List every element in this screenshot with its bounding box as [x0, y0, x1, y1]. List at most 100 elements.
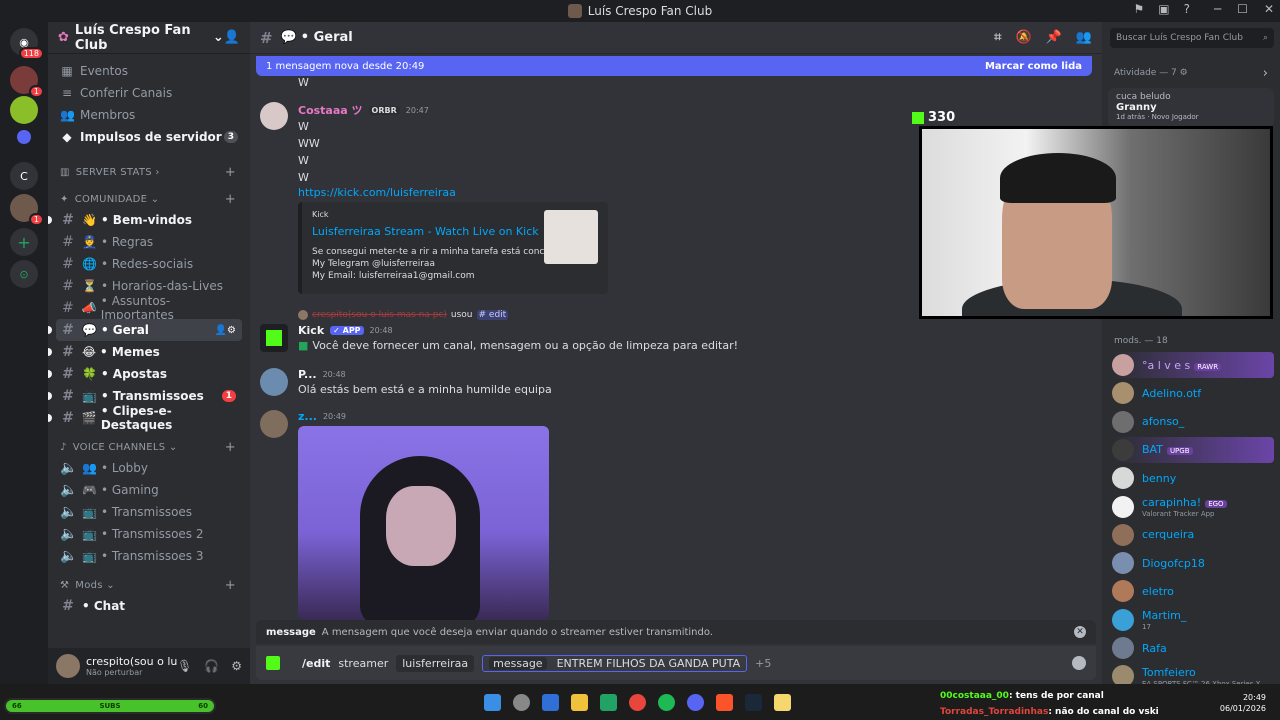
inbox-icon[interactable]: ⚑ — [1134, 2, 1145, 16]
member-item[interactable]: Diogofcp18 — [1112, 550, 1274, 576]
member-item[interactable]: benny — [1112, 465, 1274, 491]
embed-thumbnail[interactable] — [544, 210, 598, 264]
message-author[interactable]: Costaaa ツ — [298, 102, 363, 118]
app-icon[interactable] — [600, 694, 617, 711]
reply-user[interactable]: crespito(sou o luis mas na pc) — [312, 310, 447, 320]
voice-channel-item[interactable]: 🔈 📺 • Transmissoes — [56, 501, 242, 523]
discord-home-button[interactable]: ◉ 118 — [10, 28, 44, 60]
option-streamer-label[interactable]: streamer — [338, 657, 388, 670]
windows-start-icon[interactable] — [484, 694, 501, 711]
emoji-icon[interactable] — [1072, 656, 1086, 670]
channel-item[interactable]: # 🌐 • Redes-sociais — [56, 253, 242, 275]
maximize-button[interactable]: ☐ — [1237, 2, 1248, 16]
option-message-field[interactable]: message ENTREM FILHOS DA GANDA PUTA — [482, 654, 748, 672]
server-icon-c[interactable]: C — [10, 162, 38, 190]
system-clock[interactable]: 20:49 06/01/2026 — [1220, 692, 1266, 714]
add-server-icon[interactable]: + — [10, 228, 38, 256]
mark-as-read-button[interactable]: Marcar como lida — [985, 61, 1082, 72]
channel-item[interactable]: # 📣 • Assuntos-Importantes — [56, 294, 242, 322]
message-author[interactable]: z... — [298, 410, 317, 423]
brave-icon[interactable] — [716, 694, 733, 711]
threads-icon[interactable]: ⌗ — [994, 30, 1001, 45]
channel-item[interactable]: # 🍀 • Apostas — [48, 363, 242, 385]
option-streamer-value[interactable]: luisferreiraa — [396, 654, 475, 672]
discover-icon[interactable]: ⊙ — [10, 260, 38, 288]
settings-gear-icon[interactable]: ⚙ — [231, 659, 242, 673]
channel-item[interactable]: # 🎬 • Clipes-e-Destaques — [48, 404, 242, 432]
mic-icon[interactable]: 🎙 — [177, 659, 192, 673]
category-server-stats[interactable]: ▥ SERVER STATS › + — [48, 162, 250, 182]
close-hint-icon[interactable]: ✕ — [1074, 626, 1086, 638]
folder-icon[interactable] — [17, 130, 31, 144]
more-options[interactable]: +5 — [755, 657, 771, 670]
avatar[interactable] — [260, 102, 288, 130]
search-input[interactable]: Buscar Luís Crespo Fan Club ⌕ — [1110, 28, 1274, 48]
screen-icon[interactable]: ▣ — [1158, 2, 1169, 16]
app-icon[interactable] — [513, 694, 530, 711]
nav-boosts[interactable]: ◆ Impulsos de servidor 3 — [48, 126, 250, 148]
message-composer[interactable]: /edit streamer luisferreiraa message ENT… — [256, 646, 1096, 680]
new-messages-bar[interactable]: 1 mensagem nova desde 20:49 Marcar como … — [256, 56, 1092, 76]
avatar[interactable] — [260, 368, 288, 396]
add-channel-icon[interactable]: + — [225, 440, 236, 455]
nav-events[interactable]: ▦ Eventos — [48, 60, 250, 82]
discord-icon[interactable] — [687, 694, 704, 711]
voice-channel-item[interactable]: 🔈 📺 • Transmissoes 2 — [56, 523, 242, 545]
chevron-right-icon[interactable]: › — [1263, 66, 1268, 81]
member-item[interactable]: °a l v e s RAWR — [1112, 352, 1274, 378]
notifications-muted-icon[interactable]: 🔕 — [1015, 30, 1031, 45]
invite-icon[interactable]: 👤 — [224, 30, 240, 45]
avatar[interactable] — [56, 654, 80, 678]
voice-channel-item[interactable]: 🔈 🎮 • Gaming — [56, 479, 242, 501]
member-item[interactable]: afonso_ — [1112, 409, 1274, 435]
close-button[interactable]: ✕ — [1264, 2, 1274, 16]
message-image[interactable] — [298, 426, 549, 620]
channel-settings-icon[interactable]: 👤⚙ — [215, 325, 236, 336]
server-icon-active[interactable]: 1 — [10, 194, 44, 226]
headphones-icon[interactable]: 🎧 — [204, 659, 219, 673]
member-list-icon[interactable]: 👥 — [1076, 30, 1092, 45]
channel-item[interactable]: # 👮 • Regras — [56, 231, 242, 253]
channel-chat[interactable]: # • Chat — [56, 595, 242, 617]
server-icon-2[interactable] — [10, 96, 38, 124]
help-icon[interactable]: ? — [1184, 2, 1190, 16]
pin-icon[interactable]: 📌 — [1046, 30, 1062, 45]
minimize-button[interactable]: ─ — [1214, 2, 1221, 16]
avatar[interactable] — [260, 410, 288, 438]
member-item[interactable]: cerqueira — [1112, 522, 1274, 548]
message-author[interactable]: Kick — [298, 324, 324, 337]
message-link[interactable]: https://kick.com/luisferreiraa — [298, 186, 456, 199]
avatar[interactable] — [260, 324, 288, 352]
nav-browse-channels[interactable]: ≡ Conferir Canais — [48, 82, 250, 104]
file-explorer-icon[interactable] — [571, 694, 588, 711]
category-voice[interactable]: ♪ VOICE CHANNELS ⌄ + — [48, 437, 250, 457]
message-author[interactable]: P... — [298, 368, 317, 381]
category-comunidade[interactable]: ✦ COMUNIDADE ⌄ + — [48, 189, 250, 209]
category-mods[interactable]: ⚒ Mods ⌄ + — [48, 575, 250, 595]
steam-icon[interactable] — [745, 694, 762, 711]
app-icon[interactable] — [542, 694, 559, 711]
member-item[interactable]: eletro — [1112, 578, 1274, 604]
chrome-icon[interactable] — [629, 694, 646, 711]
option-message-value[interactable]: ENTREM FILHOS DA GANDA PUTA — [557, 657, 741, 670]
server-icon-1[interactable]: 1 — [10, 66, 44, 98]
member-item[interactable]: carapinha! EGO Valorant Tracker App — [1112, 494, 1274, 520]
add-channel-icon[interactable]: + — [225, 165, 236, 180]
member-item[interactable]: Adelino.otf — [1112, 380, 1274, 406]
server-header[interactable]: ✿ Luís Crespo Fan Club ⌄ 👤 — [48, 22, 250, 54]
channel-item[interactable]: # 💬 • Geral 👤⚙ — [48, 319, 242, 341]
channel-item[interactable]: # 😂 • Memes — [48, 341, 242, 363]
activity-card[interactable]: cuca beludo Granny 1d atrás · Novo Jogad… — [1108, 88, 1274, 128]
app-icon[interactable] — [774, 694, 791, 711]
command-name[interactable]: edit — [489, 310, 506, 320]
member-item[interactable]: Martim_ 17 — [1112, 607, 1274, 633]
voice-channel-item[interactable]: 🔈 📺 • Transmissoes 3 — [56, 545, 242, 567]
member-item[interactable]: BAT UPGB — [1112, 436, 1274, 463]
add-channel-icon[interactable]: + — [225, 578, 236, 593]
spotify-icon[interactable] — [658, 694, 675, 711]
member-item[interactable]: Rafa — [1112, 635, 1274, 661]
channel-item[interactable]: # 👋 • Bem-vindos — [48, 209, 242, 231]
add-channel-icon[interactable]: + — [225, 192, 236, 207]
voice-channel-item[interactable]: 🔈 👥 • Lobby — [56, 457, 242, 479]
nav-members[interactable]: 👥 Membros — [48, 104, 250, 126]
